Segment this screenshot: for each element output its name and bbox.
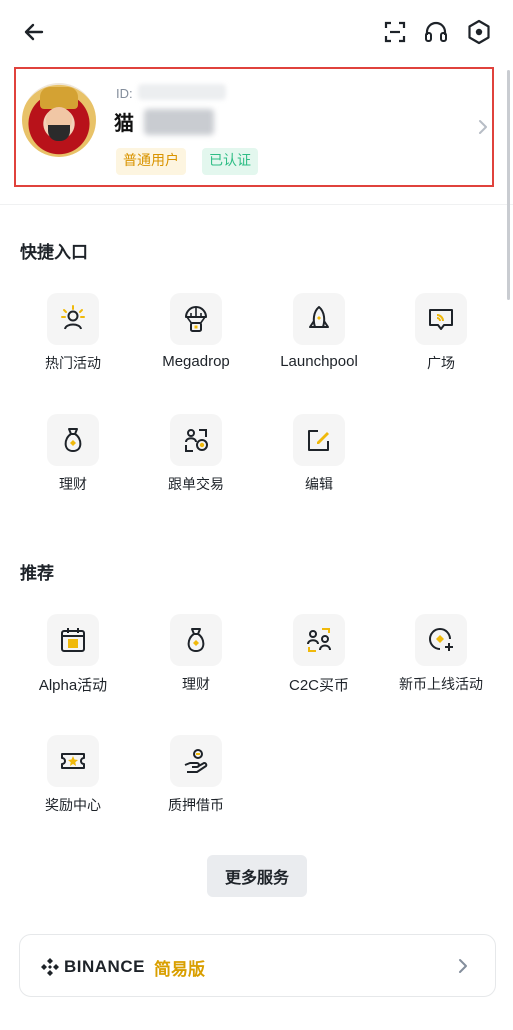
copy-trading-icon [185,429,208,452]
tile-alpha-activity[interactable]: Alpha活动 [13,614,133,714]
tile-label: 理财 [182,677,210,693]
hot-activity-icon [61,305,85,330]
user-nickname-redacted [144,109,214,135]
binance-lite-banner[interactable]: BINANCE 简易版 [19,934,496,997]
edit-icon [308,430,329,451]
headset-icon[interactable] [422,18,450,46]
tile-edit[interactable]: 编辑 [259,414,379,514]
c2c-icon [307,628,331,652]
scrollbar-thumb[interactable] [507,70,510,300]
verified-badge: 已认证 [202,148,258,175]
profile-card[interactable]: ID: 猫 普通用户 已认证 [14,67,494,187]
lite-mode-label: 简易版 [154,960,205,980]
top-bar [0,0,513,64]
rocket-icon [309,306,329,328]
square-feed-icon [429,309,453,330]
scan-icon[interactable] [381,18,409,46]
tile-megadrop[interactable]: Megadrop [136,293,256,393]
tile-label: 奖励中心 [45,798,101,814]
tile-copy-trading[interactable]: 跟单交易 [136,414,256,514]
tile-label: Megadrop [162,353,230,370]
tile-earn[interactable]: 理财 [13,414,133,514]
quick-access-title: 快捷入口 [20,243,88,263]
chevron-right-icon [479,120,487,134]
new-listing-icon [429,628,453,651]
binance-brand-text: BINANCE [64,957,145,976]
tile-label: 质押借币 [168,798,224,814]
recommended-title: 推荐 [20,564,54,584]
tile-label: 理财 [59,477,87,493]
tile-label: C2C买币 [288,677,349,694]
reward-ticket-icon [61,753,85,769]
tile-c2c[interactable]: C2C买币 [259,614,379,714]
tile-reward-center[interactable]: 奖励中心 [13,735,133,835]
user-id-redacted [138,84,226,100]
tile-label: 跟单交易 [168,477,224,493]
tile-label: 新币上线活动 [399,677,483,693]
user-nickname: 猫 [114,111,134,135]
chevron-right-icon [459,959,467,973]
tile-loan[interactable]: 质押借币 [136,735,256,835]
alpha-calendar-icon [61,628,85,652]
tile-label: 编辑 [305,477,333,493]
money-bag-icon [64,428,82,453]
tile-launchpool[interactable]: Launchpool [259,293,379,393]
divider [0,204,513,205]
tile-label: Launchpool [280,353,358,370]
parachute-icon [185,306,207,332]
tile-earn-recommended[interactable]: 理财 [136,614,256,714]
arrow-left-icon[interactable] [20,18,48,46]
tile-label: 热门活动 [45,356,101,372]
loan-icon [184,749,208,773]
tile-hot-activity[interactable]: 热门活动 [13,293,133,393]
money-bag-icon [187,628,205,653]
user-level-badge: 普通用户 [116,148,186,175]
tile-square[interactable]: 广场 [381,293,501,393]
user-id-label: ID: [116,86,133,101]
binance-logo-icon [41,958,59,976]
tile-label: Alpha活动 [38,677,108,694]
tile-label: 广场 [427,356,455,372]
hex-settings-icon[interactable] [465,18,493,46]
tile-new-listing[interactable]: 新币上线活动 [381,614,501,714]
avatar[interactable] [22,83,96,157]
more-services-button[interactable]: 更多服务 [207,855,307,897]
